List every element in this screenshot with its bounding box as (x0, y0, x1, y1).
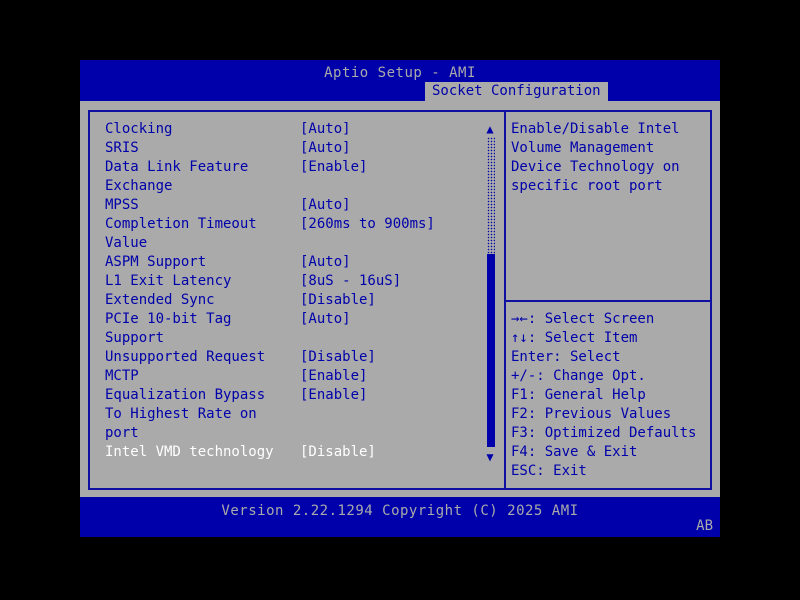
legend-entry: ↑↓: Select Item (511, 329, 696, 348)
setting-value: [Enable] (300, 367, 367, 386)
help-text-line: Volume Management (511, 139, 710, 158)
setting-value: [Auto] (300, 120, 351, 139)
setting-row[interactable]: SRIS [Auto] (90, 139, 504, 158)
legend-entry: ESC: Exit (511, 462, 696, 481)
setting-row[interactable]: L1 Exit Latency [8uS - 16uS] (90, 272, 504, 291)
help-text-line: specific root port (511, 177, 710, 196)
setting-row[interactable]: port (90, 424, 504, 443)
setting-row[interactable]: To Highest Rate on (90, 405, 504, 424)
scroll-up-icon[interactable]: ▲ (482, 123, 498, 135)
scrollbar-thumb[interactable] (487, 254, 495, 447)
setting-label: Completion Timeout (105, 216, 257, 232)
footer-corner-code: AB (696, 519, 713, 533)
legend-entry: F1: General Help (511, 386, 696, 405)
legend-entry: →←: Select Screen (511, 310, 696, 329)
setting-value: [Auto] (300, 310, 351, 329)
setting-value: [Disable] (300, 443, 376, 462)
tab-socket-configuration[interactable]: Socket Configuration (425, 82, 608, 101)
setting-value: [Disable] (300, 348, 376, 367)
setting-label: Value (105, 235, 147, 251)
setting-row[interactable]: Extended Sync [Disable] (90, 291, 504, 310)
setting-row[interactable]: Equalization Bypass [Enable] (90, 386, 504, 405)
main-area: Clocking [Auto] SRIS [Auto] Data Link Feat… (80, 101, 720, 497)
setting-value: [8uS - 16uS] (300, 272, 401, 291)
setting-value: [Auto] (300, 196, 351, 215)
setting-label: Intel VMD technology (105, 444, 274, 460)
setting-label: SRIS (105, 140, 139, 156)
setting-row[interactable]: Unsupported Request [Disable] (90, 348, 504, 367)
content-frame: Clocking [Auto] SRIS [Auto] Data Link Feat… (88, 110, 712, 490)
legend-entry: F3: Optimized Defaults (511, 424, 696, 443)
setting-row[interactable]: Intel VMD technology [Disable] (90, 443, 504, 462)
legend-entry: F2: Previous Values (511, 405, 696, 424)
setting-value: [Auto] (300, 139, 351, 158)
legend-entry: Enter: Select (511, 348, 696, 367)
scrollbar-track (487, 137, 495, 254)
help-text-line: Device Technology on (511, 158, 710, 177)
setting-label: ASPM Support (105, 254, 206, 270)
help-legend-divider (506, 300, 710, 302)
setting-value: [260ms to 900ms] (300, 215, 435, 234)
setting-value: [Enable] (300, 158, 367, 177)
version-text: Version 2.22.1294 Copyright (C) 2025 AMI (80, 497, 720, 520)
key-legend: →←: Select Screen ↑↓: Select Item Enter:… (511, 310, 696, 481)
setting-label: Support (105, 330, 164, 346)
bios-screen: Aptio Setup - AMI Socket Configuration C… (80, 60, 720, 540)
app-title: Aptio Setup - AMI (80, 60, 720, 83)
setting-row[interactable]: Exchange (90, 177, 504, 196)
setting-row[interactable]: MPSS [Auto] (90, 196, 504, 215)
setting-row[interactable]: Value (90, 234, 504, 253)
setting-label: Data Link Feature (105, 159, 248, 175)
help-panel: Enable/Disable Intel Volume Management D… (506, 112, 710, 488)
setting-value: [Disable] (300, 291, 376, 310)
setting-label: L1 Exit Latency (105, 273, 231, 289)
setting-row[interactable]: MCTP [Enable] (90, 367, 504, 386)
setting-row[interactable]: Clocking [Auto] (90, 120, 504, 139)
help-text-line: Enable/Disable Intel (511, 120, 710, 139)
setting-label: Clocking (105, 121, 172, 137)
setting-label: MCTP (105, 368, 139, 384)
setting-label: Unsupported Request (105, 349, 265, 365)
setting-label: Exchange (105, 178, 172, 194)
setting-row[interactable]: Completion Timeout [260ms to 900ms] (90, 215, 504, 234)
header-bar: Aptio Setup - AMI Socket Configuration (80, 60, 720, 101)
setting-row[interactable]: PCIe 10-bit Tag [Auto] (90, 310, 504, 329)
setting-label: Extended Sync (105, 292, 215, 308)
setting-row[interactable]: Support (90, 329, 504, 348)
legend-entry: F4: Save & Exit (511, 443, 696, 462)
legend-entry: +/-: Change Opt. (511, 367, 696, 386)
setting-label: MPSS (105, 197, 139, 213)
footer-bar: Version 2.22.1294 Copyright (C) 2025 AMI… (80, 497, 720, 537)
setting-label: PCIe 10-bit Tag (105, 311, 231, 327)
settings-list: Clocking [Auto] SRIS [Auto] Data Link Feat… (90, 112, 504, 488)
setting-label: Equalization Bypass (105, 387, 265, 403)
setting-label: To Highest Rate on (105, 406, 257, 422)
scroll-down-icon[interactable]: ▼ (482, 451, 498, 463)
setting-value: [Enable] (300, 386, 367, 405)
setting-value: [Auto] (300, 253, 351, 272)
setting-label: port (105, 425, 139, 441)
setting-row[interactable]: Data Link Feature [Enable] (90, 158, 504, 177)
desktop: { "colors": { "bios_blue": "#0000aa", "b… (0, 0, 800, 600)
setting-row[interactable]: ASPM Support [Auto] (90, 253, 504, 272)
